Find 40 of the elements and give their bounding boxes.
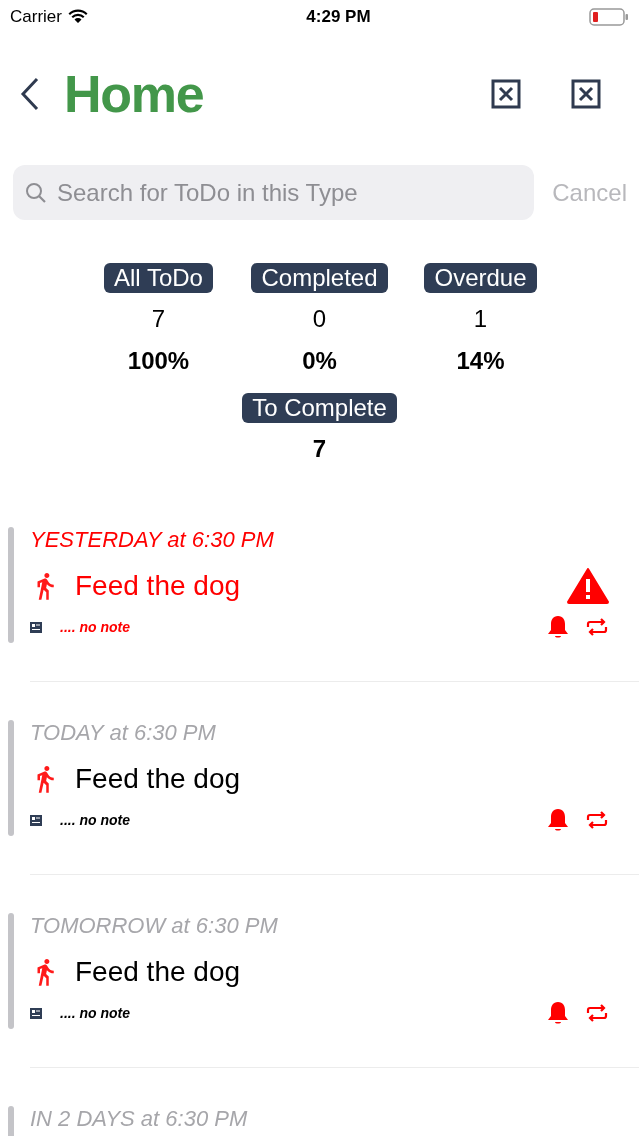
- note-icon: [30, 1007, 42, 1019]
- todo-due-time: TODAY at 6:30 PM: [30, 720, 217, 746]
- carrier-name: Carrier: [10, 5, 62, 28]
- wifi-icon: [67, 9, 88, 24]
- bell-icon: [547, 808, 569, 832]
- bell-icon: [547, 1001, 569, 1025]
- stat-label: Completed: [251, 263, 388, 293]
- search-field[interactable]: Search for ToDo in this Type: [13, 165, 535, 220]
- bell-icon: [547, 615, 569, 639]
- repeat-icon: [585, 810, 609, 830]
- todo-title[interactable]: Feed the dog: [75, 565, 241, 607]
- todo-due-time: YESTERDAY at 6:30 PM: [30, 527, 275, 553]
- repeat-icon: [585, 1003, 609, 1023]
- repeat-icon: [585, 617, 609, 637]
- battery-icon: [589, 7, 629, 26]
- todo-note: .... no note: [60, 810, 130, 830]
- stat-count: 0: [312, 304, 327, 334]
- stat-percent: 14%: [456, 346, 505, 376]
- clock-time: 4:29 PM: [306, 5, 371, 28]
- note-icon: [30, 621, 42, 633]
- stat-percent: 100%: [127, 346, 190, 376]
- note-icon: [30, 814, 42, 826]
- close-box-icon[interactable]: [571, 79, 601, 109]
- todo-title[interactable]: Feed the dog: [75, 951, 241, 993]
- search-icon: [25, 181, 47, 204]
- page-title: Home: [64, 64, 204, 125]
- stat-label: All ToDo: [104, 263, 213, 293]
- todo-title[interactable]: Feed the dog: [75, 758, 241, 800]
- stat-count: 1: [473, 304, 488, 334]
- warning-icon: [567, 568, 609, 604]
- todo-due-time: TOMORROW at 6:30 PM: [30, 913, 279, 939]
- stat-count: 7: [151, 304, 166, 334]
- stat-label: Overdue: [424, 263, 537, 293]
- todo-note: .... no note: [60, 617, 130, 637]
- stat-count: 7: [312, 434, 327, 464]
- stat-label: To Complete: [242, 393, 397, 423]
- todo-note: .... no note: [60, 1003, 130, 1023]
- stat-percent: 0%: [302, 346, 337, 376]
- todo-due-time: IN 2 DAYS at 6:30 PM: [30, 1106, 249, 1132]
- close-box-icon[interactable]: [491, 79, 521, 109]
